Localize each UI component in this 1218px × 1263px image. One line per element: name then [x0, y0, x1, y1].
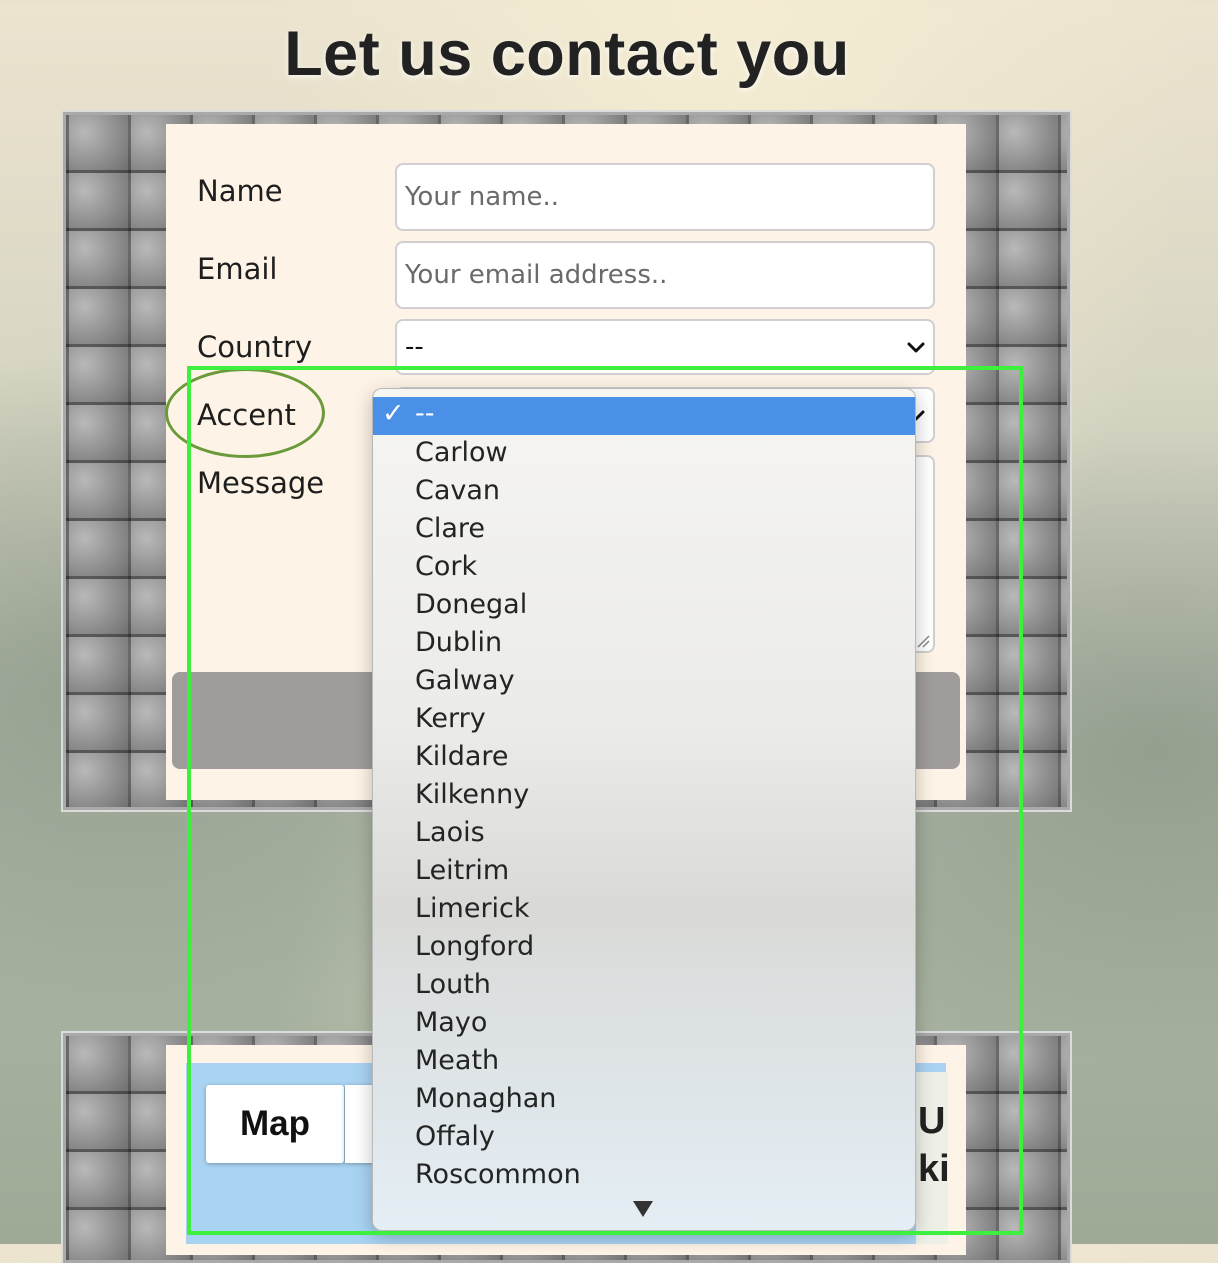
country-label: Country — [197, 330, 313, 364]
page-title: Let us contact you — [284, 19, 850, 89]
name-field[interactable]: Your name.. — [395, 163, 935, 231]
name-placeholder: Your name.. — [405, 182, 560, 212]
chevron-down-icon — [907, 342, 925, 353]
email-label: Email — [197, 252, 278, 286]
email-field[interactable]: Your email address.. — [395, 241, 935, 309]
name-label: Name — [197, 174, 283, 208]
annotation-highlight-box — [187, 366, 1023, 1235]
country-value: -- — [405, 332, 424, 362]
email-placeholder: Your email address.. — [405, 260, 668, 290]
